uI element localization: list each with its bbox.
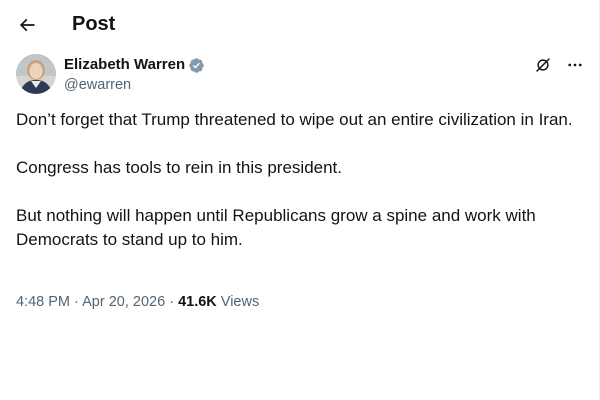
views-label: Views	[220, 294, 260, 310]
author-display-name[interactable]: Elizabeth Warren	[64, 55, 185, 75]
arrow-left-icon	[19, 18, 35, 32]
meta-separator: ·	[74, 294, 79, 310]
tweet-text: Don’t forget that Trump threatened to wi…	[16, 108, 576, 252]
post-header: Post	[0, 0, 599, 50]
post-actions	[534, 54, 584, 76]
author-handle[interactable]: @ewarren	[64, 75, 205, 95]
author-names: Elizabeth Warren @ewarren	[64, 55, 205, 95]
back-button[interactable]	[10, 8, 44, 42]
post-time[interactable]: 4:48 PM	[16, 294, 70, 310]
avatar-image	[16, 54, 56, 94]
post-date[interactable]: Apr 20, 2026	[82, 294, 165, 310]
views-count: 41.6K	[178, 294, 217, 310]
tweet-paragraph: But nothing will happen until Republican…	[16, 206, 536, 249]
avatar[interactable]	[16, 54, 56, 94]
post-meta: 4:48 PM · Apr 20, 2026 · 41.6K Views	[16, 292, 259, 312]
page-title: Post	[72, 13, 116, 35]
tweet-paragraph: Congress has tools to rein in this presi…	[16, 158, 343, 177]
meta-separator: ·	[169, 294, 175, 310]
author-row: Elizabeth Warren @ewarren	[16, 54, 584, 98]
verified-badge-icon	[188, 57, 205, 74]
more-dots-icon[interactable]	[566, 56, 584, 74]
tweet-paragraph: Don’t forget that Trump threatened to wi…	[16, 110, 573, 129]
grok-icon[interactable]	[534, 56, 552, 74]
